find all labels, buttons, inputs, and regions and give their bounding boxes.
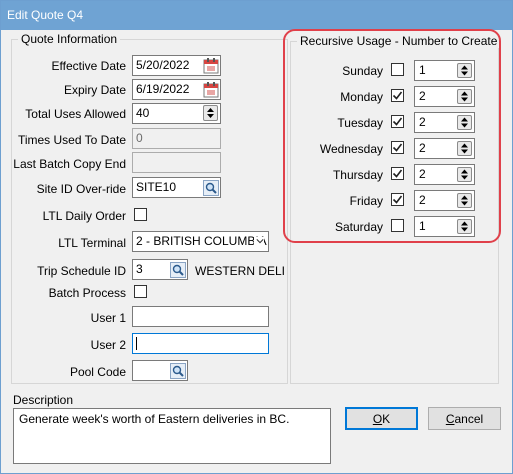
cancel-button-label: Cancel	[445, 412, 484, 426]
calendar-icon[interactable]	[203, 58, 219, 74]
batch-process-checkbox[interactable]	[134, 285, 147, 298]
lookup-icon[interactable]	[203, 180, 219, 196]
day-checkbox-sunday[interactable]	[391, 63, 404, 76]
expiry-date-label: Expiry Date	[63, 83, 126, 97]
pool-code-field[interactable]	[132, 360, 188, 381]
edit-quote-dialog: Edit Quote Q4 Quote Information Effectiv…	[0, 0, 513, 474]
day-checkbox-friday[interactable]	[391, 193, 404, 206]
ltl-terminal-select[interactable]: 2 - BRITISH COLUMBIA T	[132, 231, 269, 252]
total-uses-allowed-label: Total Uses Allowed	[25, 107, 126, 121]
day-count-value: 2	[419, 193, 426, 207]
day-count-spinner-sunday[interactable]: 1	[414, 60, 475, 81]
text-caret	[136, 337, 137, 350]
checkmark-icon	[392, 143, 403, 152]
day-label-saturday: Saturday	[334, 220, 383, 234]
user1-field[interactable]	[132, 306, 269, 327]
calendar-icon[interactable]	[203, 82, 219, 98]
title-bar[interactable]: Edit Quote Q4	[1, 1, 512, 30]
day-count-value: 2	[419, 89, 426, 103]
window-title: Edit Quote Q4	[7, 8, 84, 22]
day-count-value: 2	[419, 115, 426, 129]
ok-button[interactable]: OK	[345, 407, 418, 430]
day-checkbox-saturday[interactable]	[391, 219, 404, 232]
last-batch-copy-end-field	[132, 152, 221, 173]
checkmark-icon	[392, 169, 403, 178]
day-count-spinner-wednesday[interactable]: 2	[414, 138, 475, 159]
ltl-daily-order-checkbox[interactable]	[134, 208, 147, 221]
day-count-spinner-saturday[interactable]: 1	[414, 216, 475, 237]
spin-updown-icon[interactable]	[203, 105, 218, 121]
effective-date-label: Effective Date	[51, 59, 126, 73]
checkmark-icon	[392, 195, 403, 204]
ltl-daily-order-label: LTL Daily Order	[42, 209, 126, 223]
site-id-override-label: Site ID Over-ride	[36, 182, 126, 196]
user2-field[interactable]	[132, 333, 269, 354]
day-label-tuesday: Tuesday	[337, 116, 383, 130]
day-checkbox-monday[interactable]	[391, 89, 404, 102]
effective-date-field[interactable]: 5/20/2022	[132, 55, 221, 76]
expiry-date-value: 6/19/2022	[136, 82, 190, 96]
total-uses-allowed-field[interactable]: 40	[132, 103, 221, 124]
day-checkbox-tuesday[interactable]	[391, 115, 404, 128]
day-label-thursday: Thursday	[332, 168, 383, 182]
spin-updown-icon[interactable]	[457, 167, 472, 182]
day-count-value: 2	[419, 167, 426, 181]
lookup-icon[interactable]	[170, 363, 186, 379]
last-batch-copy-end-label: Last Batch Copy End	[13, 157, 126, 171]
day-count-value: 1	[419, 63, 426, 77]
day-checkbox-wednesday[interactable]	[391, 141, 404, 154]
spin-updown-icon[interactable]	[457, 141, 472, 156]
chevron-down-icon	[254, 237, 264, 245]
day-count-spinner-thursday[interactable]: 2	[414, 164, 475, 185]
trip-schedule-id-value: 3	[136, 262, 143, 276]
day-checkbox-thursday[interactable]	[391, 167, 404, 180]
times-used-to-date-label: Times Used To Date	[17, 133, 126, 147]
effective-date-value: 5/20/2022	[136, 58, 190, 72]
lookup-icon[interactable]	[170, 262, 186, 278]
ltl-terminal-label: LTL Terminal	[58, 236, 126, 250]
description-value: Generate week's worth of Eastern deliver…	[19, 412, 290, 426]
site-id-override-field[interactable]: SITE10	[132, 177, 221, 198]
day-label-wednesday: Wednesday	[319, 142, 383, 156]
pool-code-label: Pool Code	[69, 365, 126, 379]
spin-updown-icon[interactable]	[457, 193, 472, 208]
spin-updown-icon[interactable]	[457, 115, 472, 130]
times-used-to-date-value: 0	[136, 131, 143, 145]
day-label-sunday: Sunday	[342, 64, 383, 78]
cancel-button[interactable]: Cancel	[428, 407, 501, 430]
description-textarea[interactable]: Generate week's worth of Eastern deliver…	[13, 408, 331, 464]
ok-button-label: OK	[372, 412, 391, 426]
trip-schedule-description: WESTERN DELIVER	[195, 264, 285, 278]
checkmark-icon	[392, 117, 403, 126]
batch-process-label: Batch Process	[48, 286, 126, 300]
expiry-date-field[interactable]: 6/19/2022	[132, 79, 221, 100]
quote-information-title: Quote Information	[18, 32, 121, 46]
spin-updown-icon[interactable]	[457, 63, 472, 78]
spin-updown-icon[interactable]	[457, 89, 472, 104]
trip-schedule-id-label: Trip Schedule ID	[37, 264, 126, 278]
day-count-value: 2	[419, 141, 426, 155]
total-uses-allowed-value: 40	[136, 106, 150, 120]
description-label: Description	[13, 393, 74, 407]
user1-label: User 1	[90, 311, 126, 325]
day-label-monday: Monday	[340, 90, 383, 104]
checkmark-icon	[392, 91, 403, 100]
day-count-value: 1	[419, 219, 426, 233]
site-id-override-value: SITE10	[136, 180, 177, 194]
trip-schedule-id-field[interactable]: 3	[132, 259, 188, 280]
spin-updown-icon[interactable]	[457, 219, 472, 234]
day-count-spinner-tuesday[interactable]: 2	[414, 112, 475, 133]
user2-label: User 2	[90, 338, 126, 352]
day-label-friday: Friday	[349, 194, 383, 208]
times-used-to-date-field: 0	[132, 128, 221, 149]
ltl-terminal-value: 2 - BRITISH COLUMBIA T	[136, 234, 269, 248]
day-count-spinner-monday[interactable]: 2	[414, 86, 475, 107]
day-count-spinner-friday[interactable]: 2	[414, 190, 475, 211]
